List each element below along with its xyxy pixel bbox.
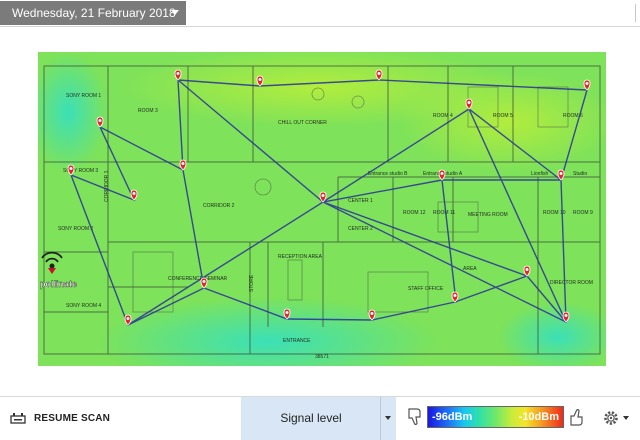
signal-legend-bar: -96dBm -10dBm <box>427 406 564 428</box>
room-label: CENTER 2 <box>348 226 373 232</box>
room-label: DIRECTOR ROOM <box>550 280 593 286</box>
room-label: ENTRANCE <box>283 338 311 344</box>
room-label: CENTER 1 <box>348 198 373 204</box>
signal-level-dropdown[interactable]: Signal level <box>241 397 396 440</box>
room-label: SONY ROOM 2 <box>58 226 93 232</box>
room-label: ROOM 5 <box>493 113 513 119</box>
room-label: ROOM 4 <box>433 113 453 119</box>
room-label: AREA <box>463 266 477 272</box>
resume-scan-button[interactable]: RESUME SCAN <box>10 407 110 429</box>
dimension-label: 38571 <box>315 354 329 360</box>
room-label: SONY ROOM 1 <box>66 93 101 99</box>
room-label: ROOM 3 <box>138 108 158 114</box>
chevron-down-icon <box>171 10 179 15</box>
date-selector[interactable]: Wednesday, 21 February 2018 <box>0 1 186 25</box>
room-label: STORE <box>249 274 255 292</box>
room-label: Studio <box>573 171 587 177</box>
room-label: STAFF OFFICE <box>408 286 444 292</box>
scan-icon <box>10 413 26 424</box>
room-label: MEETING ROOM <box>468 212 508 218</box>
settings-gear-icon <box>604 411 618 425</box>
room-label: CORRIDOR 2 <box>203 203 235 209</box>
room-label: CHILL OUT CORNER <box>278 120 327 126</box>
top-bar: Wednesday, 21 February 2018 <box>0 0 640 27</box>
room-label: ROOM 9 <box>573 210 593 216</box>
room-label: Entrance studio B <box>368 171 408 177</box>
legend-max-label: -10dBm <box>518 411 559 423</box>
heatmap-floorplan[interactable]: SONY ROOM 1 ROOM 3 CHILL OUT CORNER ROOM… <box>38 52 606 366</box>
thumbs-down-icon[interactable] <box>406 407 424 427</box>
room-label: Lionfish <box>531 171 548 177</box>
room-label: ROOM 12 <box>403 210 426 216</box>
chevron-down-icon <box>623 416 629 420</box>
floorplan-svg: SONY ROOM 1 ROOM 3 CHILL OUT CORNER ROOM… <box>38 52 606 366</box>
settings-button[interactable] <box>602 407 632 429</box>
room-label: RECEPTION AREA <box>278 254 323 260</box>
legend-min-label: -96dBm <box>432 411 473 423</box>
divider <box>635 4 636 22</box>
room-label: SONY ROOM 4 <box>66 303 101 309</box>
room-label: ROOM 11 <box>433 210 455 216</box>
chevron-down-icon <box>385 416 391 420</box>
resume-scan-label: RESUME SCAN <box>34 412 111 424</box>
thumbs-up-icon[interactable] <box>568 407 586 427</box>
room-label: CORRIDOR 1 <box>104 170 110 202</box>
signal-level-label: Signal level <box>280 411 342 425</box>
divider <box>380 397 381 440</box>
brand-label: pollinate <box>40 279 77 289</box>
date-label: Wednesday, 21 February 2018 <box>12 6 176 20</box>
